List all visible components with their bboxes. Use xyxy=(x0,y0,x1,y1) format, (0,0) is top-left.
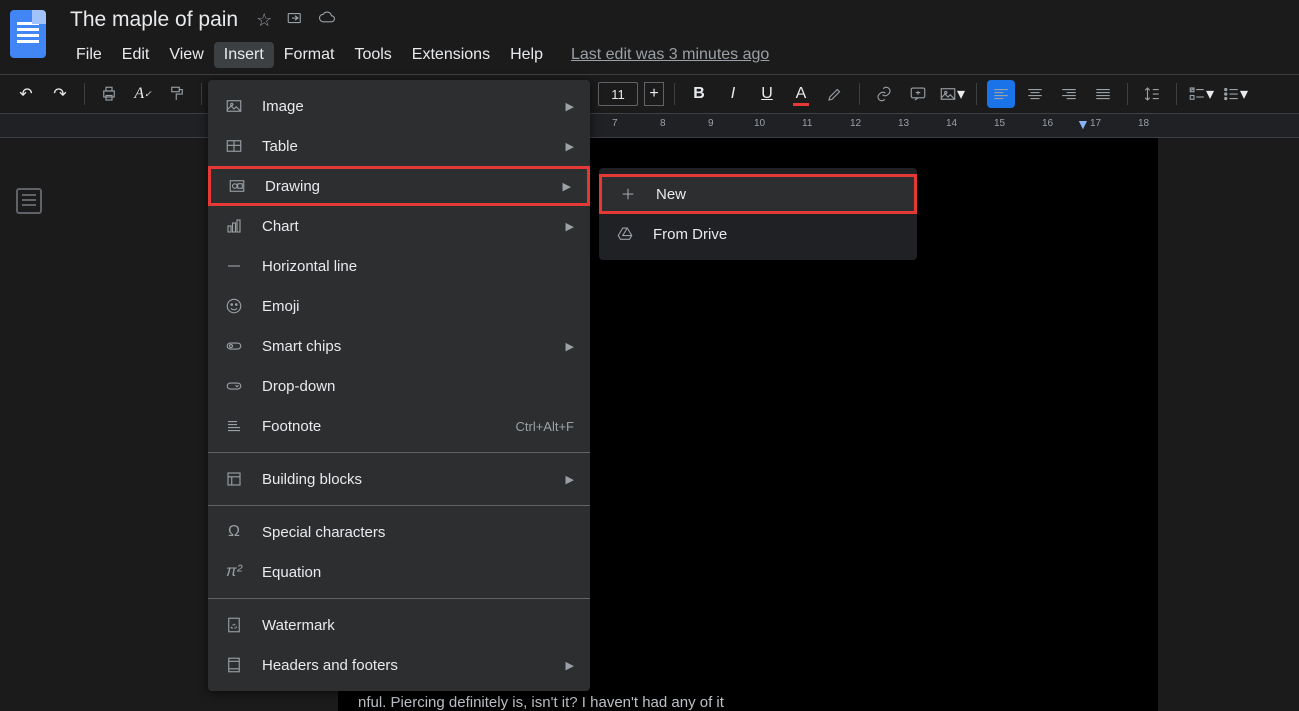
menu-view[interactable]: View xyxy=(159,42,213,68)
submenu-arrow-icon: ▶ xyxy=(566,140,574,153)
last-edit-link[interactable]: Last edit was 3 minutes ago xyxy=(571,42,769,68)
insert-menu-dropdown: Image ▶ Table ▶ Drawing ▶ Chart ▶ Horizo… xyxy=(208,80,590,691)
insert-smart-chips[interactable]: Smart chips ▶ xyxy=(208,326,590,366)
insert-image[interactable]: Image ▶ xyxy=(208,86,590,126)
align-justify-button[interactable] xyxy=(1089,80,1117,108)
document-outline-button[interactable] xyxy=(16,188,42,214)
docs-logo[interactable] xyxy=(10,10,46,58)
insert-dropdown[interactable]: Drop-down xyxy=(208,366,590,406)
menu-tools[interactable]: Tools xyxy=(344,42,401,68)
align-right-button[interactable] xyxy=(1055,80,1083,108)
highlight-button[interactable] xyxy=(821,80,849,108)
insert-image-button[interactable]: ▾ xyxy=(938,80,966,108)
emoji-icon xyxy=(224,296,244,316)
submenu-arrow-icon: ▶ xyxy=(566,659,574,672)
insert-link-button[interactable] xyxy=(870,80,898,108)
font-size-input[interactable] xyxy=(598,82,638,106)
insert-special-characters[interactable]: Ω Special characters xyxy=(208,512,590,552)
checklist-button[interactable]: ▾ xyxy=(1187,80,1215,108)
insert-table[interactable]: Table ▶ xyxy=(208,126,590,166)
smart-chips-icon xyxy=(224,336,244,356)
drawing-icon xyxy=(227,176,247,196)
align-left-button[interactable] xyxy=(987,80,1015,108)
menu-insert[interactable]: Insert xyxy=(214,42,274,68)
cloud-status-icon[interactable] xyxy=(318,9,336,32)
insert-headers-footers[interactable]: Headers and footers ▶ xyxy=(208,645,590,685)
insert-building-blocks[interactable]: Building blocks ▶ xyxy=(208,459,590,499)
insert-emoji[interactable]: Emoji xyxy=(208,286,590,326)
insert-horizontal-line[interactable]: Horizontal line xyxy=(208,246,590,286)
submenu-arrow-icon: ▶ xyxy=(566,340,574,353)
menu-edit[interactable]: Edit xyxy=(112,42,160,68)
submenu-arrow-icon: ▶ xyxy=(563,180,571,193)
insert-equation[interactable]: π² Equation xyxy=(208,552,590,592)
insert-footnote[interactable]: Footnote Ctrl+Alt+F xyxy=(208,406,590,446)
chart-icon xyxy=(224,216,244,236)
drive-icon xyxy=(615,224,635,244)
toolbar: ↶ ↷ A✓ + B I U A ▾ ▾ xyxy=(0,74,1299,114)
watermark-icon xyxy=(224,615,244,635)
submenu-arrow-icon: ▶ xyxy=(566,100,574,113)
right-indent-marker[interactable]: ▼ xyxy=(1076,116,1090,132)
building-blocks-icon xyxy=(224,469,244,489)
align-center-button[interactable] xyxy=(1021,80,1049,108)
spellcheck-button[interactable]: A✓ xyxy=(129,80,157,108)
menu-file[interactable]: File xyxy=(66,42,112,68)
menu-help[interactable]: Help xyxy=(500,42,553,68)
submenu-arrow-icon: ▶ xyxy=(566,473,574,486)
bulleted-list-button[interactable]: ▾ xyxy=(1221,80,1249,108)
headers-footers-icon xyxy=(224,655,244,675)
menu-extensions[interactable]: Extensions xyxy=(402,42,500,68)
equation-icon: π² xyxy=(224,562,244,582)
insert-comment-button[interactable] xyxy=(904,80,932,108)
ruler[interactable]: 7 8 9 10 11 12 13 14 15 ▼ 16 17 18 xyxy=(0,114,1299,138)
hline-icon xyxy=(224,256,244,276)
paint-format-button[interactable] xyxy=(163,80,191,108)
insert-chart[interactable]: Chart ▶ xyxy=(208,206,590,246)
insert-drawing[interactable]: Drawing ▶ xyxy=(208,166,590,206)
text-color-button[interactable]: A xyxy=(787,80,815,108)
font-size-increase[interactable]: + xyxy=(644,82,664,106)
omega-icon: Ω xyxy=(224,522,244,542)
move-icon[interactable] xyxy=(286,9,304,32)
line-spacing-button[interactable] xyxy=(1138,80,1166,108)
italic-button[interactable]: I xyxy=(719,80,747,108)
document-title[interactable]: The maple of pain xyxy=(66,6,242,34)
plus-icon xyxy=(618,184,638,204)
underline-button[interactable]: U xyxy=(753,80,781,108)
document-text[interactable]: nful. Piercing definitely is, isn't it? … xyxy=(358,694,724,711)
table-icon xyxy=(224,136,244,156)
star-icon[interactable]: ☆ xyxy=(256,10,272,31)
drawing-new[interactable]: New xyxy=(599,174,917,214)
drawing-from-drive[interactable]: From Drive xyxy=(599,214,917,254)
submenu-arrow-icon: ▶ xyxy=(566,220,574,233)
drawing-submenu: New From Drive xyxy=(599,168,917,260)
footnote-icon xyxy=(224,416,244,436)
redo-button[interactable]: ↷ xyxy=(46,80,74,108)
print-button[interactable] xyxy=(95,80,123,108)
dropdown-icon xyxy=(224,376,244,396)
menu-format[interactable]: Format xyxy=(274,42,345,68)
insert-watermark[interactable]: Watermark xyxy=(208,605,590,645)
undo-button[interactable]: ↶ xyxy=(12,80,40,108)
image-icon xyxy=(224,96,244,116)
bold-button[interactable]: B xyxy=(685,80,713,108)
